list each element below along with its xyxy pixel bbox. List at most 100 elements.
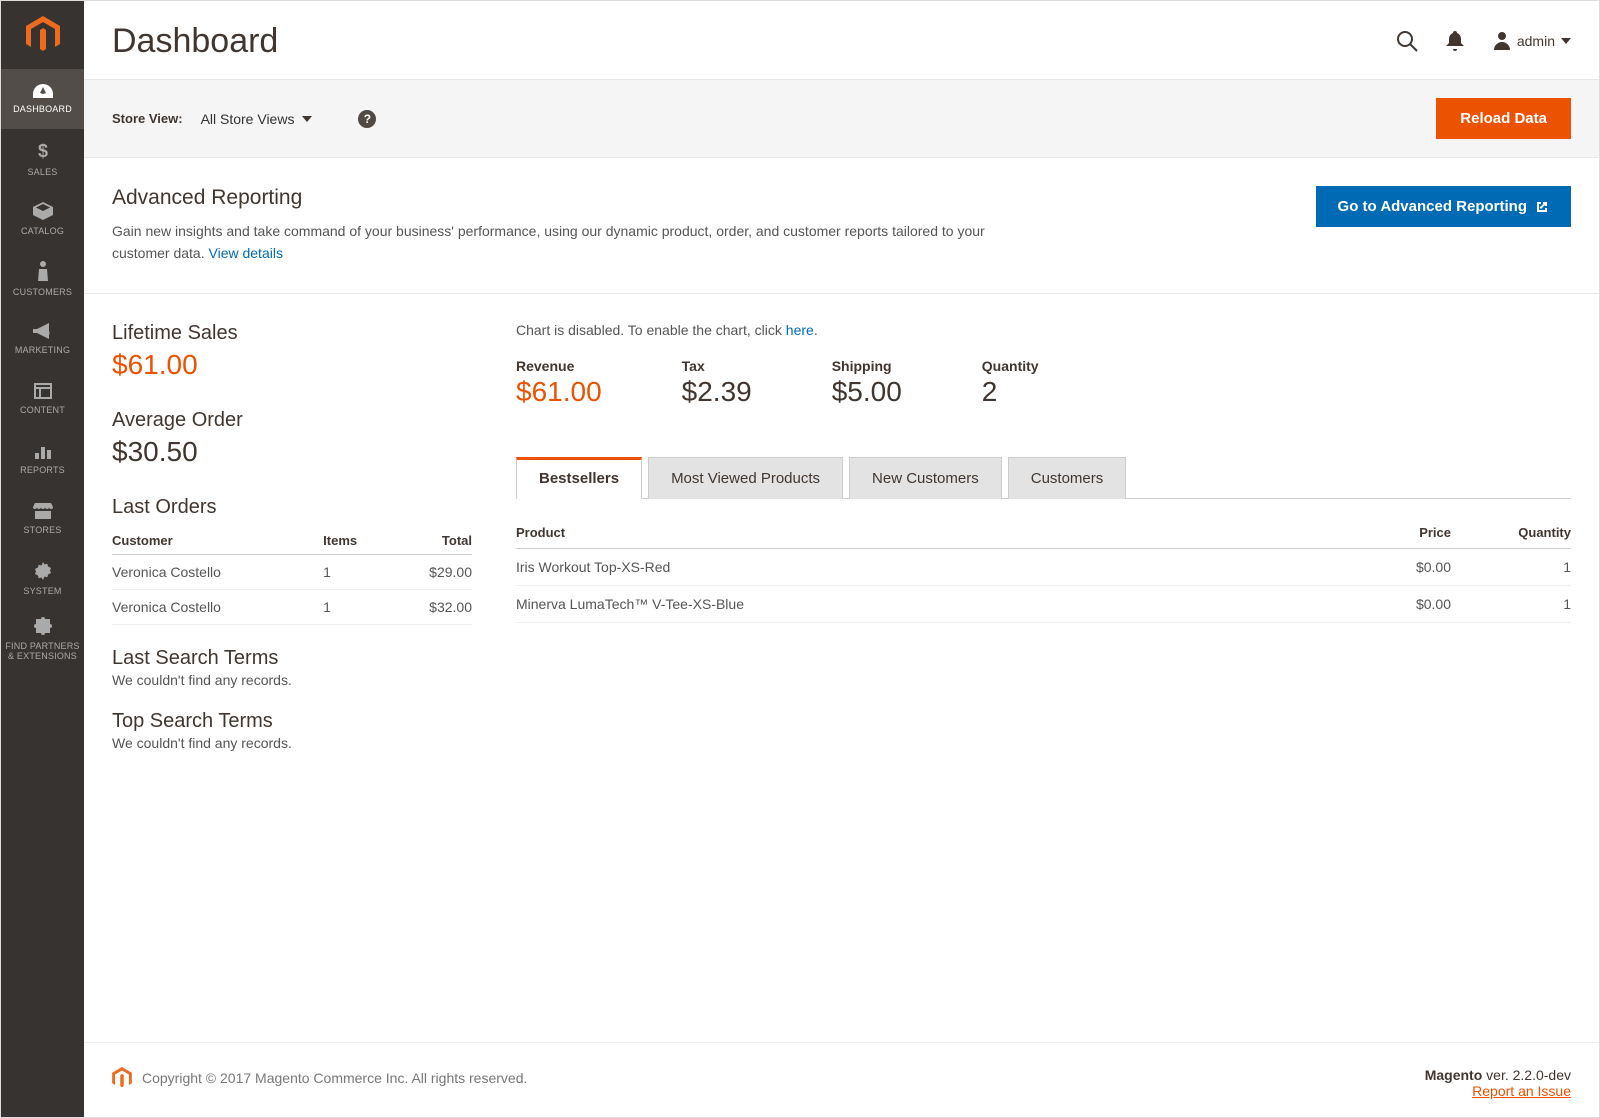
sidebar-item-partners[interactable]: FIND PARTNERS & EXTENSIONS: [1, 609, 84, 669]
col-total: Total: [389, 527, 472, 555]
sidebar-item-label: MARKETING: [15, 346, 70, 356]
tab-bestsellers[interactable]: Bestsellers: [516, 457, 642, 499]
lifetime-sales-value: $61.00: [112, 349, 472, 381]
data-tabs: Bestsellers Most Viewed Products New Cus…: [516, 456, 1571, 499]
go-to-advanced-reporting-button[interactable]: Go to Advanced Reporting: [1316, 186, 1571, 227]
sidebar-item-label: FIND PARTNERS & EXTENSIONS: [3, 642, 82, 662]
sidebar-item-label: DASHBOARD: [13, 105, 72, 115]
report-issue-link[interactable]: Report an Issue: [1472, 1083, 1571, 1099]
metric-tax: Tax $2.39: [682, 358, 752, 408]
caret-down-icon: [1561, 38, 1571, 44]
box-icon: [33, 202, 53, 223]
scope-label: Store View:: [112, 111, 183, 126]
page-header: Dashboard admin: [84, 1, 1599, 79]
user-icon: [1493, 32, 1511, 50]
advanced-reporting-desc: Gain new insights and take command of yo…: [112, 220, 992, 265]
sidebar-item-dashboard[interactable]: DASHBOARD: [1, 69, 84, 129]
magento-logo-icon: [26, 16, 60, 54]
table-row[interactable]: Veronica Costello 1 $29.00: [112, 554, 472, 589]
last-search-block: Last Search Terms We couldn't find any r…: [112, 647, 472, 688]
top-search-block: Top Search Terms We couldn't find any re…: [112, 710, 472, 751]
col-product: Product: [516, 517, 1331, 549]
last-orders-title: Last Orders: [112, 496, 472, 519]
table-row[interactable]: Minerva LumaTech™ V-Tee-XS-Blue $0.00 1: [516, 585, 1571, 622]
admin-menu[interactable]: admin: [1493, 32, 1571, 50]
sidebar-item-label: SYSTEM: [23, 587, 61, 597]
notifications-button[interactable]: [1435, 21, 1475, 61]
metric-revenue: Revenue $61.00: [516, 358, 602, 408]
sidebar-item-label: CUSTOMERS: [13, 288, 72, 298]
admin-label: admin: [1517, 33, 1555, 49]
chart-disabled-note: Chart is disabled. To enable the chart, …: [516, 322, 1571, 338]
footer: Copyright © 2017 Magento Commerce Inc. A…: [84, 1042, 1599, 1117]
metrics-row: Revenue $61.00 Tax $2.39 Shipping $5.00 …: [516, 358, 1571, 408]
average-order-label: Average Order: [112, 409, 472, 432]
average-order-block: Average Order $30.50: [112, 409, 472, 468]
table-row[interactable]: Veronica Costello 1 $32.00: [112, 589, 472, 624]
bell-icon: [1446, 31, 1464, 51]
last-orders-table: Customer Items Total Veronica Costello 1…: [112, 527, 472, 625]
scope-select[interactable]: All Store Views: [201, 111, 313, 127]
last-orders-block: Last Orders Customer Items Total Veronic…: [112, 496, 472, 625]
sidebar-item-label: SALES: [27, 168, 57, 178]
sidebar-item-content[interactable]: CONTENT: [1, 369, 84, 429]
tab-most-viewed[interactable]: Most Viewed Products: [648, 457, 843, 499]
col-price: Price: [1331, 517, 1451, 549]
sidebar-item-reports[interactable]: REPORTS: [1, 429, 84, 489]
sidebar: DASHBOARD $ SALES CATALOG CUSTOMERS MARK…: [1, 1, 84, 1117]
scope-value: All Store Views: [201, 111, 295, 127]
puzzle-icon: [34, 617, 52, 638]
last-search-title: Last Search Terms: [112, 647, 472, 670]
tab-new-customers[interactable]: New Customers: [849, 457, 1002, 499]
reload-data-button[interactable]: Reload Data: [1436, 98, 1571, 139]
table-row[interactable]: Iris Workout Top-XS-Red $0.00 1: [516, 548, 1571, 585]
metric-quantity: Quantity 2: [982, 358, 1039, 408]
col-customer: Customer: [112, 527, 323, 555]
person-icon: [37, 261, 49, 284]
metric-shipping: Shipping $5.00: [832, 358, 902, 408]
view-details-link[interactable]: View details: [209, 245, 283, 261]
top-search-empty: We couldn't find any records.: [112, 735, 472, 751]
bars-icon: [34, 443, 52, 462]
layout-icon: [34, 383, 52, 402]
col-quantity: Quantity: [1451, 517, 1571, 549]
logo[interactable]: [1, 1, 84, 69]
last-search-empty: We couldn't find any records.: [112, 672, 472, 688]
sidebar-item-marketing[interactable]: MARKETING: [1, 309, 84, 369]
sidebar-item-sales[interactable]: $ SALES: [1, 129, 84, 189]
sidebar-item-label: CONTENT: [20, 406, 65, 416]
bestsellers-table: Product Price Quantity Iris Workout Top-…: [516, 517, 1571, 623]
tab-customers[interactable]: Customers: [1008, 457, 1127, 499]
gear-icon: [34, 562, 52, 583]
gauge-icon: [33, 84, 53, 101]
sidebar-item-catalog[interactable]: CATALOG: [1, 189, 84, 249]
sidebar-item-customers[interactable]: CUSTOMERS: [1, 249, 84, 309]
lifetime-sales-label: Lifetime Sales: [112, 322, 472, 345]
copyright-text: Copyright © 2017 Magento Commerce Inc. A…: [142, 1070, 527, 1086]
caret-down-icon: [302, 116, 312, 122]
sidebar-item-label: STORES: [23, 526, 61, 536]
magento-logo-icon: [112, 1067, 132, 1089]
external-link-icon: [1535, 200, 1549, 214]
megaphone-icon: [33, 323, 53, 342]
lifetime-sales-block: Lifetime Sales $61.00: [112, 322, 472, 381]
search-icon: [1396, 30, 1418, 52]
dollar-icon: $: [36, 141, 50, 164]
toolbar: Store View: All Store Views ? Reload Dat…: [84, 79, 1599, 158]
help-icon[interactable]: ?: [358, 110, 376, 128]
store-icon: [33, 503, 53, 522]
enable-chart-link[interactable]: here: [786, 322, 814, 338]
version-text: Magento ver. 2.2.0-dev: [1425, 1067, 1571, 1083]
sidebar-item-stores[interactable]: STORES: [1, 489, 84, 549]
sidebar-item-system[interactable]: SYSTEM: [1, 549, 84, 609]
advanced-reporting-title: Advanced Reporting: [112, 186, 1286, 210]
average-order-value: $30.50: [112, 436, 472, 468]
col-items: Items: [323, 527, 389, 555]
sidebar-item-label: CATALOG: [21, 227, 64, 237]
top-search-title: Top Search Terms: [112, 710, 472, 733]
svg-text:$: $: [37, 141, 47, 161]
sidebar-item-label: REPORTS: [20, 466, 65, 476]
search-button[interactable]: [1387, 21, 1427, 61]
advanced-reporting-section: Advanced Reporting Gain new insights and…: [84, 158, 1599, 294]
page-title: Dashboard: [112, 22, 1379, 61]
